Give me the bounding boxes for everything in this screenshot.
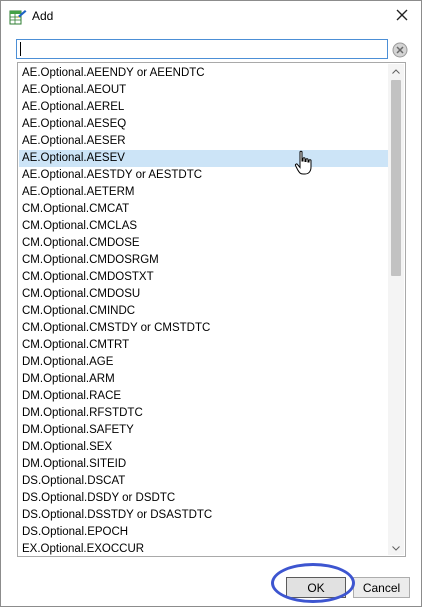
- scroll-thumb[interactable]: [391, 80, 401, 276]
- vertical-scrollbar[interactable]: [388, 64, 404, 555]
- list-item[interactable]: DM.Optional.SAFETY: [19, 422, 388, 439]
- list-item[interactable]: DS.Optional.EPOCH: [19, 524, 388, 541]
- list-item[interactable]: DS.Optional.DSCAT: [19, 473, 388, 490]
- list-item[interactable]: DM.Optional.AGE: [19, 354, 388, 371]
- list-item[interactable]: DS.Optional.DSSTDY or DSASTDTC: [19, 507, 388, 524]
- clear-search-button[interactable]: [392, 42, 408, 58]
- list-item[interactable]: CM.Optional.CMTRT: [19, 337, 388, 354]
- scroll-up-button[interactable]: [388, 64, 404, 78]
- dialog-title: Add: [32, 9, 54, 23]
- list-item[interactable]: DM.Optional.SITEID: [19, 456, 388, 473]
- close-button[interactable]: [389, 4, 415, 30]
- item-list: AE.Optional.AEENDY or AEENDTC AE.Optional…: [19, 65, 388, 556]
- list-item[interactable]: AE.Optional.AEOUT: [19, 82, 388, 99]
- list-item[interactable]: AE.Optional.AETERM: [19, 184, 388, 201]
- list-item[interactable]: CM.Optional.CMDOSU: [19, 286, 388, 303]
- chevron-down-icon: [392, 545, 400, 551]
- add-table-icon: [9, 8, 27, 26]
- list-item[interactable]: AE.Optional.AESEQ: [19, 116, 388, 133]
- close-icon: [396, 8, 408, 26]
- title-bar: Add: [1, 1, 421, 33]
- list-item[interactable]: CM.Optional.CMINDC: [19, 303, 388, 320]
- scroll-down-button[interactable]: [388, 541, 404, 555]
- text-caret: [20, 42, 21, 56]
- list-item[interactable]: DM.Optional.ARM: [19, 371, 388, 388]
- clear-icon: [392, 42, 408, 58]
- list-item[interactable]: AE.Optional.AEREL: [19, 99, 388, 116]
- list-item[interactable]: CM.Optional.CMDOSE: [19, 235, 388, 252]
- hand-pointer-icon: [294, 150, 314, 176]
- chevron-up-icon: [392, 68, 400, 74]
- list-item[interactable]: EX.Optional.EXOCCUR: [19, 541, 388, 556]
- ok-button[interactable]: OK: [286, 577, 346, 598]
- list-item[interactable]: AE.Optional.AESER: [19, 133, 388, 150]
- search-input[interactable]: [16, 39, 388, 59]
- list-item[interactable]: AE.Optional.AESTDY or AESTDTC: [19, 167, 388, 184]
- list-item[interactable]: AE.Optional.AESEV: [19, 150, 388, 167]
- cancel-button[interactable]: Cancel: [353, 577, 410, 598]
- list-item[interactable]: DS.Optional.DSDY or DSDTC: [19, 490, 388, 507]
- list-item[interactable]: AE.Optional.AEENDY or AEENDTC: [19, 65, 388, 82]
- list-item[interactable]: CM.Optional.CMDOSRGM: [19, 252, 388, 269]
- list-item[interactable]: CM.Optional.CMSTDY or CMSTDTC: [19, 320, 388, 337]
- list-item[interactable]: CM.Optional.CMCLAS: [19, 218, 388, 235]
- list-item[interactable]: DM.Optional.SEX: [19, 439, 388, 456]
- column-listbox[interactable]: AE.Optional.AEENDY or AEENDTC AE.Optional…: [17, 62, 406, 557]
- list-item[interactable]: DM.Optional.RACE: [19, 388, 388, 405]
- list-item[interactable]: CM.Optional.CMCAT: [19, 201, 388, 218]
- list-item[interactable]: CM.Optional.CMDOSTXT: [19, 269, 388, 286]
- list-item[interactable]: DM.Optional.RFSTDTC: [19, 405, 388, 422]
- add-dialog: Add AE.Optional.AEENDY or AEENDTC AE.Opti…: [0, 0, 422, 607]
